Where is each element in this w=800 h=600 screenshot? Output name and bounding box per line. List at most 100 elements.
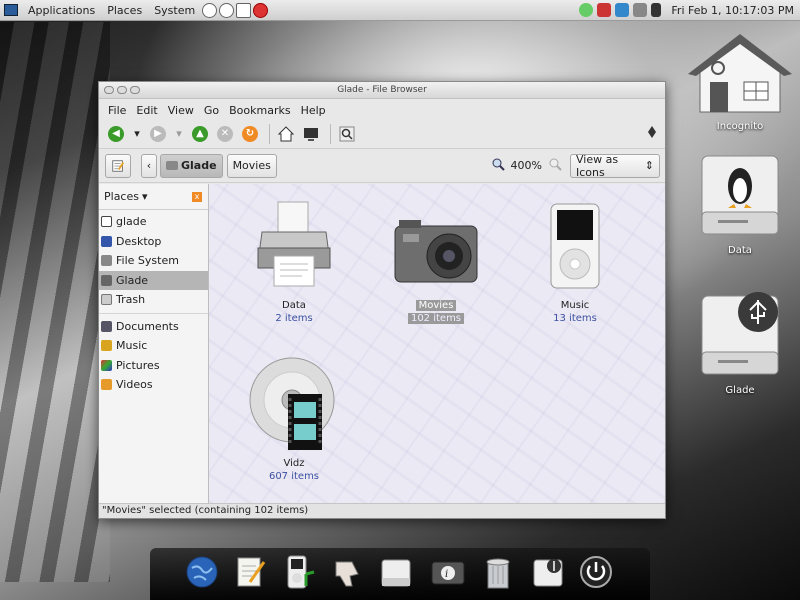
sidebar-item-label: Videos [116, 378, 153, 392]
desktop-icon [101, 235, 112, 247]
sidebar-item-trash[interactable]: Trash [99, 290, 208, 310]
up-button[interactable]: ▲ [189, 123, 211, 145]
zoom-out-button[interactable] [491, 157, 505, 174]
dock-item-usb-drive[interactable] [530, 554, 566, 590]
path-button-glade[interactable]: Glade [160, 153, 223, 178]
file-count: 2 items [275, 313, 313, 324]
sidebar-item-filesystem[interactable]: File System [99, 251, 208, 271]
eyes-launcher-icon[interactable] [219, 2, 235, 18]
sidebar-item-videos[interactable]: Videos [99, 375, 208, 395]
dock-item-music-player[interactable] [282, 554, 318, 590]
sidebar-item-label: Pictures [116, 358, 160, 372]
file-name: Data [282, 300, 306, 311]
home-icon [101, 216, 112, 228]
sidebar-item-desktop[interactable]: Desktop [99, 232, 208, 252]
menu-go[interactable]: Go [199, 104, 224, 117]
forward-button[interactable]: ▶ [147, 123, 169, 145]
menu-file[interactable]: File [103, 104, 131, 117]
applications-menu[interactable]: Applications [22, 0, 101, 21]
music-icon [101, 340, 112, 352]
videos-icon [101, 379, 112, 391]
update-icon[interactable] [597, 3, 612, 17]
zoom-out-icon [492, 158, 505, 171]
zoom-level[interactable]: 400% [511, 159, 542, 172]
top-panel: Applications Places System Fri Feb 1, 10… [0, 0, 800, 21]
dock-item-thumbs-down[interactable] [330, 554, 366, 590]
bluetooth-icon[interactable] [615, 3, 630, 17]
sidebar-item-pictures[interactable]: Pictures [99, 356, 208, 376]
file-item-data[interactable]: Data 2 items [239, 198, 349, 324]
dock-item-trash[interactable] [480, 554, 516, 590]
zoom-in-button[interactable] [548, 157, 562, 174]
network-icon[interactable] [579, 3, 594, 17]
icon-view[interactable]: Data 2 items Movies 102 items Music 13 i… [209, 184, 665, 503]
home-button[interactable] [275, 123, 297, 145]
file-item-music[interactable]: Music 13 items [520, 198, 630, 324]
computer-button[interactable] [300, 123, 322, 145]
sidebar-mode-select[interactable]: Places [104, 190, 139, 203]
notepad-icon [237, 557, 266, 587]
reload-button[interactable]: ↻ [239, 123, 261, 145]
search-icon [339, 126, 355, 141]
close-sidebar-icon[interactable]: x [192, 191, 202, 202]
system-menu[interactable]: System [148, 0, 201, 21]
editor-launcher-icon[interactable] [236, 2, 252, 18]
desktop-icon-data[interactable]: Data [685, 152, 795, 256]
maximize-window-button[interactable] [130, 86, 140, 94]
back-arrow-icon: ◀ [108, 125, 124, 142]
places-menu[interactable]: Places [101, 0, 148, 21]
trash-can-icon [486, 558, 510, 589]
menu-edit[interactable]: Edit [131, 104, 162, 117]
forward-arrow-icon: ▶ [150, 125, 166, 142]
reload-icon: ↻ [242, 125, 258, 142]
browser-launcher-icon[interactable] [202, 2, 218, 18]
toggle-location-button[interactable] [105, 153, 131, 178]
menu-help[interactable]: Help [296, 104, 331, 117]
printer-icon [257, 201, 331, 287]
volume-icon[interactable] [633, 3, 648, 17]
battery-icon[interactable] [651, 3, 662, 17]
file-count: 102 items [407, 313, 465, 324]
menu-view[interactable]: View [163, 104, 199, 117]
clock[interactable]: Fri Feb 1, 10:17:03 PM [671, 4, 794, 17]
sidebar-item-documents[interactable]: Documents [99, 317, 208, 337]
updown-arrows-icon: ⇕ [644, 159, 654, 172]
dock-item-power[interactable] [578, 554, 614, 590]
path-button-movies[interactable]: Movies [226, 153, 277, 178]
file-item-vidz[interactable]: Vidz 607 items [239, 354, 349, 482]
panel-menu: Applications Places System [0, 0, 269, 21]
window-title: Glade - File Browser [337, 84, 427, 95]
file-name: Music [560, 300, 590, 311]
window-titlebar[interactable]: Glade - File Browser [99, 82, 665, 99]
desktop-icon-glade[interactable]: Glade [685, 292, 795, 396]
desktop-icon-label: Glade [725, 385, 755, 396]
path-scroll-left-button[interactable]: ‹ [141, 153, 157, 178]
applications-icon[interactable] [4, 4, 18, 16]
close-window-button[interactable] [104, 86, 114, 94]
forward-history-button[interactable]: ▾ [172, 123, 186, 145]
desktop-icon-label: Incognito [716, 121, 764, 132]
dock-item-drive[interactable] [378, 554, 414, 590]
location-bar: ‹ Glade Movies 400% View as Icons ⇕ [99, 149, 665, 183]
menubar: File Edit View Go Bookmarks Help [99, 101, 665, 119]
desktop-icon-incognito[interactable]: Incognito [685, 30, 795, 132]
dock-item-camera[interactable]: i [430, 554, 466, 590]
back-button[interactable]: ◀ [105, 123, 127, 145]
dock-item-notepad[interactable] [232, 554, 268, 590]
dock-item-globe[interactable] [184, 554, 220, 590]
stop-button[interactable]: ✕ [214, 123, 236, 145]
minimize-window-button[interactable] [117, 86, 127, 94]
sidebar-item-music[interactable]: Music [99, 336, 208, 356]
file-item-movies[interactable]: Movies 102 items [381, 198, 491, 324]
back-history-button[interactable]: ▾ [130, 123, 144, 145]
content-area: Places ▾ x glade Desktop File System Gla… [99, 184, 665, 503]
search-button[interactable] [336, 123, 358, 145]
toolbar-separator [330, 123, 331, 144]
sidebar-item-label: Trash [116, 293, 146, 307]
power-launcher-icon[interactable] [253, 2, 269, 18]
menu-bookmarks[interactable]: Bookmarks [224, 104, 295, 117]
sidebar-item-home[interactable]: glade [99, 212, 208, 232]
view-mode-select[interactable]: View as Icons ⇕ [570, 153, 660, 179]
stop-icon: ✕ [217, 125, 233, 142]
sidebar-item-glade[interactable]: Glade [99, 270, 208, 290]
